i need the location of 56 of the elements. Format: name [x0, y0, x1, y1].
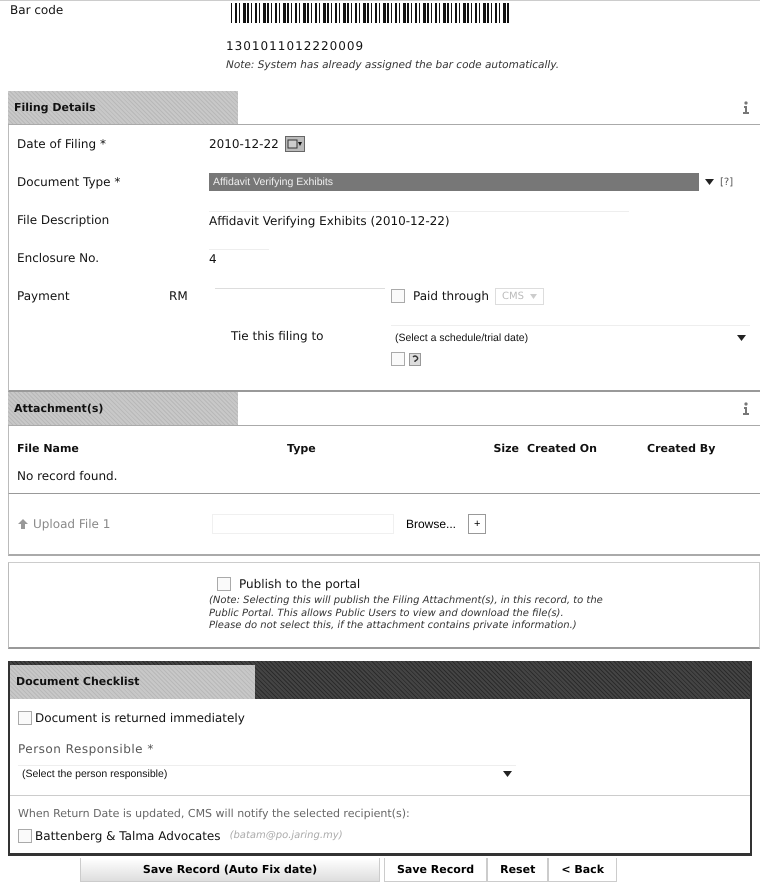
schedule-dropdown[interactable]: (Select a schedule/trial date) [391, 325, 750, 346]
field-label: Date of Filing * [17, 137, 107, 151]
section-header: Attachment(s) [8, 392, 238, 425]
action-button[interactable]: Reset [487, 858, 548, 882]
document-type-dropdown[interactable]: Affidavit Verifying Exhibits [209, 173, 699, 191]
info-icon [742, 100, 750, 114]
empty-message: No record found. [16, 468, 118, 485]
person-dropdown[interactable]: (Select the person responsible) [18, 764, 516, 782]
column-header: Created By [647, 442, 716, 455]
add-file-button[interactable]: + [468, 514, 486, 534]
dropdown-arrow-icon [737, 335, 746, 341]
column-header: Type [287, 442, 317, 455]
action-button[interactable]: < Back [548, 858, 618, 882]
column-header: Created On [527, 442, 598, 455]
field-label: Enclosure No. [17, 251, 100, 265]
upload-label: Upload File 1 [33, 517, 112, 531]
field-label: Bar code [10, 3, 64, 19]
checkbox[interactable] [18, 828, 32, 842]
help-icon[interactable] [409, 352, 421, 366]
checkbox[interactable] [217, 577, 231, 591]
barcode-number: 1301011012220009 [226, 39, 366, 53]
help-link[interactable]: [?] [720, 176, 734, 188]
checkbox-label: Document is returned immediately [35, 710, 245, 724]
action-button[interactable]: Save Record [384, 858, 488, 882]
field-label: Document Type * [17, 175, 122, 189]
action-button[interactable]: Save Record (Auto Fix date) [80, 858, 380, 882]
upload-icon [17, 518, 29, 530]
file-description-field[interactable]: Affidavit Verifying Exhibits (2010-12-22) [209, 210, 629, 230]
currency-label: RM [169, 289, 189, 303]
date-field[interactable]: 2010-12-22 [209, 135, 279, 153]
checkbox[interactable] [391, 352, 405, 366]
field-label: Payment [17, 289, 71, 303]
browse-button[interactable]: Browse... [398, 517, 464, 531]
barcode-note: Note: System has already assigned the bar code automatically. [226, 59, 560, 71]
publish-note: (Note: Selecting this will publish the Filing Attachment(s), in this record, to the Public Portal. This allows Public Users to view and download the file(s). Please do not select this, if the attachment contains private information.) [209, 595, 604, 632]
calendar-icon [286, 139, 303, 149]
checkbox-label: Publish to the portal [239, 577, 360, 591]
recipient-name: Battenberg & Talma Advocates [35, 828, 221, 842]
info-icon [742, 402, 750, 416]
recipient-email: (batam@po.jaring.my) [230, 830, 343, 841]
column-header: File Name [17, 442, 80, 455]
enclosure-field[interactable]: 4 [209, 248, 269, 268]
field-label: File Description [17, 213, 110, 227]
dropdown-arrow-icon [530, 294, 537, 298]
checkbox-label: Paid through [413, 289, 489, 303]
section-header: Document Checklist [10, 664, 255, 698]
field-label: Person Responsible * [18, 742, 155, 756]
dropdown-arrow-icon [705, 179, 714, 185]
dropdown-arrow-icon [503, 770, 512, 776]
column-header: Size [492, 442, 520, 455]
field-label: Tie this filing to [231, 328, 325, 345]
checkbox[interactable] [18, 710, 32, 724]
calendar-button[interactable] [284, 136, 305, 152]
checkbox[interactable] [391, 289, 405, 303]
section-header: Filing Details [8, 91, 238, 124]
notify-text: When Return Date is updated, CMS will notify the selected recipient(s): [18, 806, 411, 820]
